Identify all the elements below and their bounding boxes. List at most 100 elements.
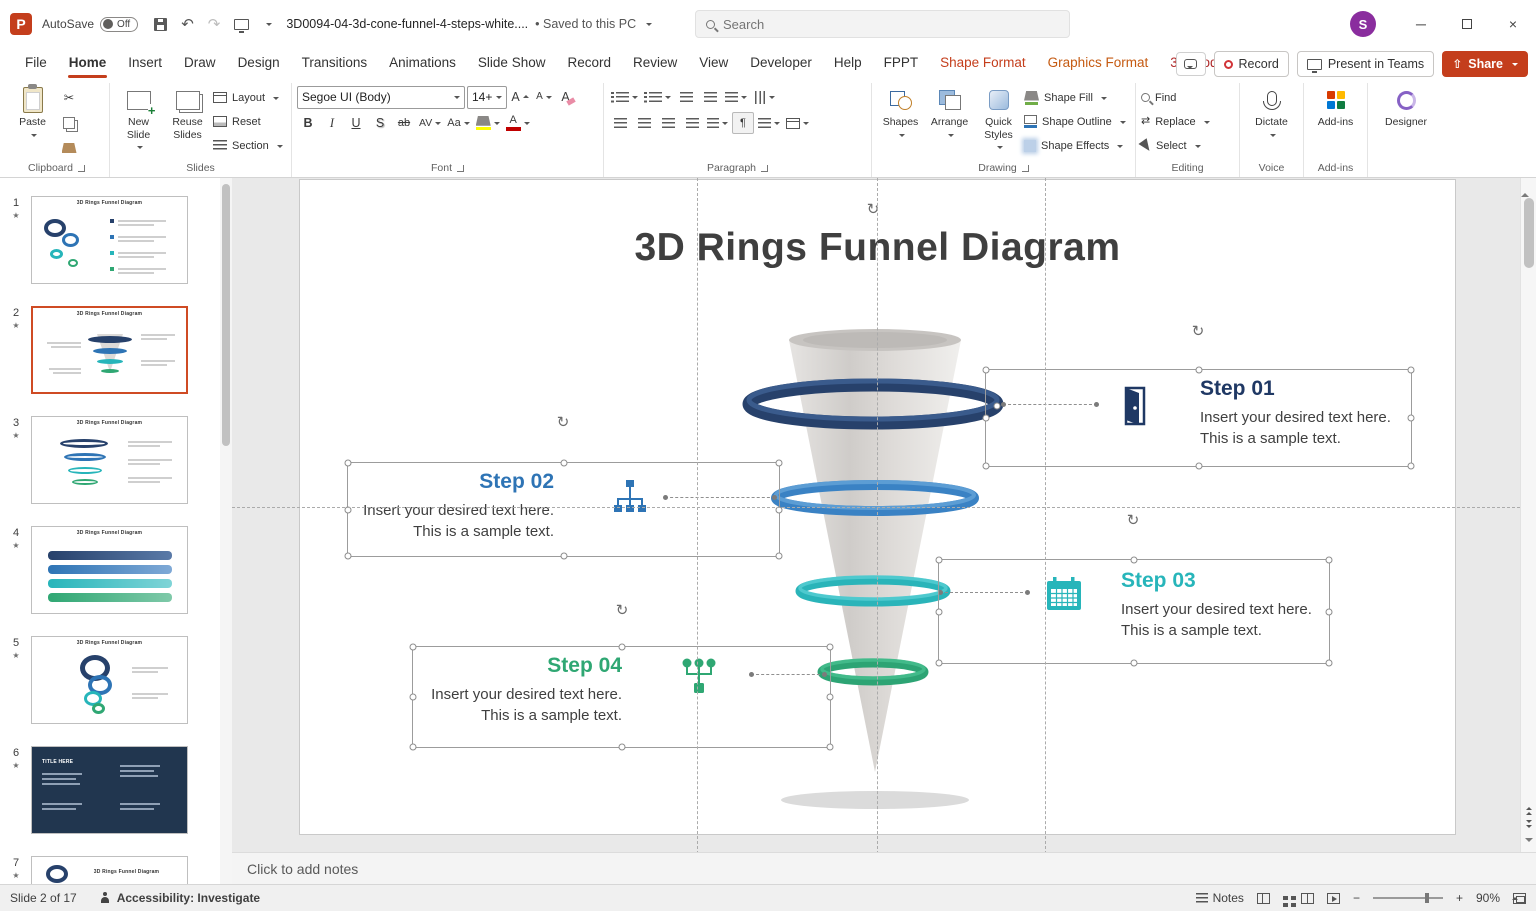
step-body[interactable]: Insert your desired text here. This is a… <box>1200 407 1415 449</box>
find-button[interactable]: Find <box>1141 87 1234 108</box>
shape-effects-button[interactable]: Shape Effects <box>1024 135 1126 156</box>
new-slide-button[interactable]: New Slide <box>115 84 162 153</box>
zoom-slider[interactable] <box>1373 897 1443 899</box>
selection-handle[interactable] <box>776 460 783 467</box>
text-highlight-button[interactable] <box>474 112 502 134</box>
next-slide-button[interactable] <box>1526 820 1532 829</box>
selection-handle[interactable] <box>410 644 417 651</box>
tab-record[interactable]: Record <box>556 48 622 80</box>
grow-font-button[interactable]: A <box>509 86 531 108</box>
minimize-button[interactable]: ─ <box>1398 0 1444 48</box>
selection-handle[interactable] <box>618 644 625 651</box>
scroll-up-arrow[interactable] <box>1521 178 1529 197</box>
font-color-button[interactable]: A <box>504 112 532 134</box>
tab-developer[interactable]: Developer <box>739 48 823 80</box>
bullets-button[interactable] <box>609 86 640 108</box>
section-button[interactable]: Section <box>213 135 283 156</box>
selection-handle[interactable] <box>983 415 990 422</box>
arrange-button[interactable]: Arrange <box>926 84 973 141</box>
scroll-down-arrow[interactable] <box>1525 838 1533 846</box>
selection-handle[interactable] <box>1195 367 1202 374</box>
selection-handle[interactable] <box>994 403 1001 410</box>
tab-review[interactable]: Review <box>622 48 688 80</box>
selection-handle[interactable] <box>1326 557 1333 564</box>
columns-button[interactable] <box>705 112 730 134</box>
justify-button[interactable] <box>681 112 703 134</box>
normal-view-button[interactable] <box>1257 893 1270 904</box>
paragraph-dialog-launcher[interactable] <box>761 165 768 172</box>
align-text-button[interactable] <box>756 112 782 134</box>
document-title[interactable]: 3D0094-04-3d-cone-funnel-4-steps-white..… <box>286 17 528 31</box>
slide-show-button[interactable] <box>1327 893 1340 904</box>
rotation-handle[interactable]: ↻ <box>616 603 629 618</box>
chevron-down-icon[interactable] <box>266 23 272 29</box>
selection-handle[interactable] <box>1195 463 1202 470</box>
smartart-button[interactable] <box>784 112 811 134</box>
present-in-teams-button[interactable]: Present in Teams <box>1297 51 1434 77</box>
ltr-text-direction-button[interactable]: ¶ <box>732 112 754 134</box>
shapes-button[interactable]: Shapes <box>877 84 924 141</box>
step-01-textbox[interactable]: Step 01 Insert your desired text here. T… <box>1200 376 1415 449</box>
step-title[interactable]: Step 02 <box>339 469 554 495</box>
autosave-control[interactable]: AutoSave Off <box>42 17 138 32</box>
decrease-indent-button[interactable] <box>675 86 697 108</box>
previous-slide-button[interactable] <box>1526 806 1532 815</box>
selection-handle[interactable] <box>936 660 943 667</box>
selection-handle[interactable] <box>1326 608 1333 615</box>
selection-handle[interactable] <box>936 608 943 615</box>
step-body[interactable]: Insert your desired text here. This is a… <box>1121 599 1336 641</box>
bold-button[interactable]: B <box>297 112 319 134</box>
step-01-group[interactable]: Step 01 Insert your desired text here. T… <box>985 369 1412 467</box>
zoom-slider-thumb[interactable] <box>1425 893 1429 903</box>
present-display-icon[interactable] <box>234 19 249 30</box>
text-direction-button[interactable] <box>751 86 777 108</box>
tab-view[interactable]: View <box>688 48 739 80</box>
saved-status[interactable]: • Saved to this PC <box>535 17 636 31</box>
dictate-button[interactable]: Dictate <box>1248 84 1295 141</box>
replace-button[interactable]: ⇄Replace <box>1141 111 1234 132</box>
tab-design[interactable]: Design <box>227 48 291 80</box>
strikethrough-button[interactable]: ab <box>393 112 415 134</box>
designer-button[interactable]: Designer <box>1383 84 1430 132</box>
selection-handle[interactable] <box>345 460 352 467</box>
selection-handle[interactable] <box>827 744 834 751</box>
notes-pane[interactable]: Click to add notes <box>232 852 1536 884</box>
numbering-button[interactable] <box>642 86 673 108</box>
shape-outline-button[interactable]: Shape Outline <box>1024 111 1126 132</box>
selection-handle[interactable] <box>1131 557 1138 564</box>
copy-button[interactable] <box>58 112 80 134</box>
search-input[interactable] <box>723 17 1023 32</box>
selection-handle[interactable] <box>1408 367 1415 374</box>
selection-handle[interactable] <box>936 557 943 564</box>
network-icon[interactable] <box>679 657 719 698</box>
selection-handle[interactable] <box>345 553 352 560</box>
rotation-handle[interactable]: ↻ <box>557 415 570 430</box>
tab-draw[interactable]: Draw <box>173 48 227 80</box>
scrollbar-thumb[interactable] <box>222 184 230 446</box>
zoom-in-button[interactable]: + <box>1456 891 1463 905</box>
step-title[interactable]: Step 01 <box>1200 376 1415 402</box>
selection-handle[interactable] <box>827 694 834 701</box>
selection-handle[interactable] <box>983 367 990 374</box>
paste-button[interactable]: Paste <box>9 84 56 141</box>
drawing-dialog-launcher[interactable] <box>1022 165 1029 172</box>
font-size-combo[interactable]: 14+ <box>467 86 507 109</box>
align-right-button[interactable] <box>657 112 679 134</box>
tab-transitions[interactable]: Transitions <box>291 48 379 80</box>
notes-placeholder[interactable]: Click to add notes <box>247 861 358 877</box>
scrollbar-thumb[interactable] <box>1524 198 1534 268</box>
text-shadow-button[interactable]: S <box>369 112 391 134</box>
selection-handle[interactable] <box>560 553 567 560</box>
reset-button[interactable]: Reset <box>213 111 283 132</box>
clear-formatting-button[interactable]: A <box>557 86 579 108</box>
change-case-button[interactable]: Aa <box>445 112 471 134</box>
tab-help[interactable]: Help <box>823 48 873 80</box>
tab-graphics-format[interactable]: Graphics Format <box>1037 48 1160 80</box>
document-title-area[interactable]: 3D0094-04-3d-cone-funnel-4-steps-white..… <box>286 17 652 31</box>
selection-handle[interactable] <box>1408 415 1415 422</box>
save-icon[interactable] <box>154 18 167 31</box>
autosave-toggle[interactable]: Off <box>100 17 138 32</box>
italic-button[interactable]: I <box>321 112 343 134</box>
rotation-handle[interactable]: ↻ <box>1192 324 1205 339</box>
undo-icon[interactable]: ↶ <box>181 17 194 32</box>
